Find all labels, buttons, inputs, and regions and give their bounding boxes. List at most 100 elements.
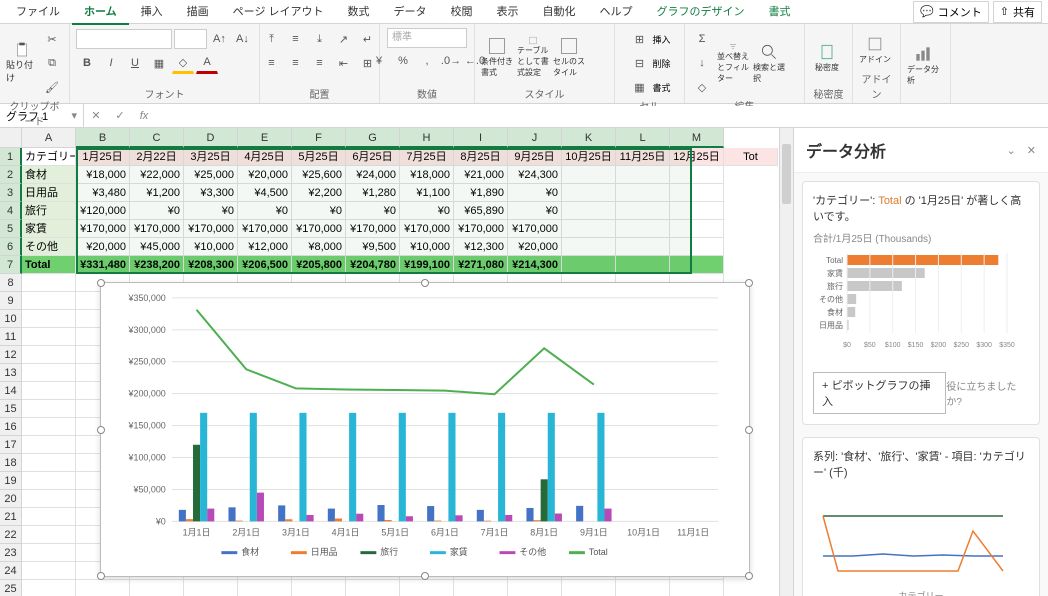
cell[interactable] — [22, 490, 76, 508]
cell[interactable]: ¥0 — [508, 202, 562, 220]
row-header[interactable]: 6 — [0, 238, 22, 256]
cell[interactable] — [562, 220, 616, 238]
row-header[interactable]: 4 — [0, 202, 22, 220]
cell[interactable]: 11月25日 — [616, 148, 670, 166]
tab-データ[interactable]: データ — [382, 0, 439, 25]
enter-formula-icon[interactable]: ✓ — [108, 109, 132, 122]
cell[interactable] — [670, 238, 724, 256]
row-header[interactable]: 19 — [0, 472, 22, 490]
cell[interactable] — [400, 580, 454, 596]
format-painter-button[interactable]: 🖌 — [41, 76, 63, 98]
cell[interactable]: 5月25日 — [292, 148, 346, 166]
embedded-chart[interactable]: ¥350,000¥300,000¥250,000¥200,000¥150,000… — [100, 282, 750, 577]
insert-pivot-chart-button[interactable]: + ピボットグラフの挿入 — [813, 372, 946, 414]
cell[interactable]: 7月25日 — [400, 148, 454, 166]
cell[interactable]: 9月25日 — [508, 148, 562, 166]
row-header[interactable]: 14 — [0, 382, 22, 400]
font-color-button[interactable]: A — [196, 52, 218, 74]
cancel-formula-icon[interactable]: ✕ — [84, 109, 108, 122]
cell[interactable]: ¥45,000 — [130, 238, 184, 256]
share-button[interactable]: ⇧ 共有 — [993, 1, 1042, 23]
addins-button[interactable]: アドイン — [859, 29, 891, 71]
cell[interactable]: ¥170,000 — [130, 220, 184, 238]
cell[interactable]: ¥170,000 — [400, 220, 454, 238]
conditional-format-button[interactable]: 条件付き書式 — [481, 36, 513, 78]
align-right-icon[interactable]: ≡ — [309, 52, 331, 74]
vertical-scrollbar[interactable] — [779, 128, 793, 596]
row-header[interactable]: 25 — [0, 580, 22, 596]
row-header[interactable]: 2 — [0, 166, 22, 184]
align-top-icon[interactable]: ⤒ — [261, 28, 283, 50]
cell[interactable] — [22, 436, 76, 454]
cell[interactable]: 8月25日 — [454, 148, 508, 166]
bold-button[interactable]: B — [76, 52, 98, 74]
cell[interactable]: ¥120,000 — [76, 202, 130, 220]
orientation-icon[interactable]: ↗ — [333, 28, 355, 50]
cell[interactable]: ¥12,300 — [454, 238, 508, 256]
cell[interactable]: 2月22日 — [130, 148, 184, 166]
cell[interactable] — [562, 202, 616, 220]
close-icon[interactable]: ✕ — [1027, 145, 1036, 157]
comments-button[interactable]: 💬 コメント — [913, 1, 989, 23]
cell[interactable]: 食材 — [22, 166, 76, 184]
cell[interactable]: ¥25,000 — [184, 166, 238, 184]
cell[interactable]: ¥208,300 — [184, 256, 238, 274]
row-header[interactable]: 8 — [0, 274, 22, 292]
currency-icon[interactable]: ¥ — [368, 50, 390, 72]
cell[interactable] — [562, 166, 616, 184]
percent-icon[interactable]: % — [392, 50, 414, 72]
cell[interactable]: ¥24,000 — [346, 166, 400, 184]
underline-button[interactable]: U — [124, 52, 146, 74]
cell[interactable] — [22, 328, 76, 346]
col-header[interactable]: H — [400, 128, 454, 148]
cell[interactable] — [670, 184, 724, 202]
cell[interactable]: 4月25日 — [238, 148, 292, 166]
col-header[interactable]: D — [184, 128, 238, 148]
cell[interactable] — [76, 580, 130, 596]
cell[interactable]: ¥21,000 — [454, 166, 508, 184]
tab-表示[interactable]: 表示 — [485, 0, 531, 25]
cell[interactable] — [562, 238, 616, 256]
cell[interactable]: ¥170,000 — [184, 220, 238, 238]
cell[interactable] — [562, 256, 616, 274]
cell[interactable]: ¥10,000 — [184, 238, 238, 256]
cell[interactable]: その他 — [22, 238, 76, 256]
tab-グラフのデザイン[interactable]: グラフのデザイン — [645, 0, 757, 25]
comma-icon[interactable]: , — [416, 50, 438, 72]
cell[interactable] — [22, 562, 76, 580]
cell[interactable]: ¥170,000 — [346, 220, 400, 238]
cell[interactable] — [562, 580, 616, 596]
cell[interactable]: ¥271,080 — [454, 256, 508, 274]
row-header[interactable]: 21 — [0, 508, 22, 526]
cell[interactable] — [130, 580, 184, 596]
format-cells-icon[interactable]: ▦ — [628, 76, 650, 98]
row-header[interactable]: 23 — [0, 544, 22, 562]
col-header[interactable]: K — [562, 128, 616, 148]
cell[interactable]: ¥2,200 — [292, 184, 346, 202]
cell[interactable] — [616, 580, 670, 596]
number-format-select[interactable]: 標準 — [387, 28, 467, 48]
cell[interactable] — [292, 580, 346, 596]
cell[interactable] — [22, 544, 76, 562]
sort-filter-button[interactable]: 並べ替えとフィルター — [717, 42, 749, 84]
cell[interactable]: ¥1,890 — [454, 184, 508, 202]
cell[interactable]: ¥20,000 — [238, 166, 292, 184]
cell[interactable]: ¥170,000 — [292, 220, 346, 238]
cell[interactable] — [616, 202, 670, 220]
cell[interactable]: 日用品 — [22, 184, 76, 202]
col-header[interactable]: M — [670, 128, 724, 148]
row-header[interactable]: 1 — [0, 148, 22, 166]
cell[interactable]: カテゴリー — [22, 148, 76, 166]
cell[interactable]: ¥1,280 — [346, 184, 400, 202]
cell[interactable]: ¥25,600 — [292, 166, 346, 184]
row-header[interactable]: 5 — [0, 220, 22, 238]
cell[interactable]: ¥0 — [130, 202, 184, 220]
data-analysis-button[interactable]: データ分析 — [907, 44, 939, 86]
cell[interactable]: ¥0 — [346, 202, 400, 220]
font-name-select[interactable] — [76, 29, 172, 49]
cell[interactable]: ¥0 — [400, 202, 454, 220]
paste-button[interactable]: 貼り付け — [6, 42, 37, 84]
cell[interactable]: 旅行 — [22, 202, 76, 220]
tab-数式[interactable]: 数式 — [336, 0, 382, 25]
name-box[interactable]: グラフ 1▾ — [0, 104, 84, 127]
